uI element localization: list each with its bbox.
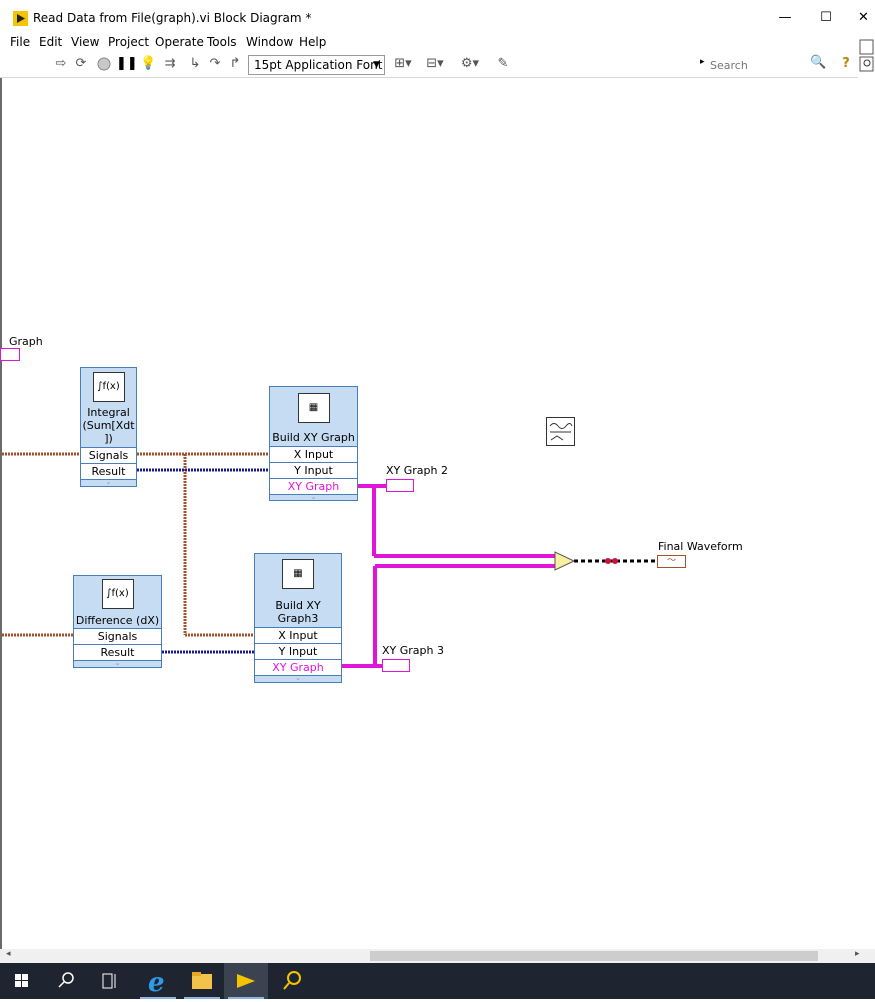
build-xy3-output-terminal[interactable]: XY Graph <box>255 659 341 675</box>
scrollbar-thumb[interactable] <box>370 951 818 961</box>
xy-graph-3-label: XY Graph 3 <box>382 644 444 657</box>
title-bar: Read Data from File(graph).vi Block Diag… <box>0 0 875 34</box>
search-icon[interactable] <box>44 963 88 999</box>
waveform-icon <box>549 423 573 441</box>
menu-operate[interactable]: Operate <box>155 35 204 49</box>
xy-graph-2-indicator[interactable] <box>386 479 414 492</box>
scroll-right-icon[interactable]: ▸ <box>855 949 860 959</box>
ie-icon[interactable]: e <box>136 963 180 999</box>
panel-icons[interactable] <box>859 39 874 73</box>
font-selector-value: 15pt Application Font <box>254 58 383 72</box>
build-xy-graph3-node[interactable]: ▦ Build XY Graph3 X Input Y Input XY Gra… <box>254 553 342 683</box>
derivative-icon: ∫f(x) <box>101 579 134 609</box>
xy-graph-icon: ▦ <box>282 559 314 589</box>
build-xy3-y-input-terminal[interactable]: Y Input <box>255 643 341 659</box>
build-xy-graph3-title-line2: Graph3 <box>277 612 319 625</box>
labview-icon[interactable] <box>224 963 268 999</box>
help-icon[interactable]: ? <box>838 56 854 72</box>
integral-title-line1: Integral <box>87 406 130 419</box>
menu-window[interactable]: Window <box>246 35 293 49</box>
graph-indicator[interactable] <box>0 348 20 361</box>
search-box: ▸ 🔍 <box>700 55 830 75</box>
minimize-button[interactable]: — <box>770 6 800 30</box>
pause-icon[interactable]: ❚❚ <box>116 56 138 72</box>
difference-result-terminal[interactable]: Result <box>74 644 161 660</box>
window-title: Read Data from File(graph).vi Block Diag… <box>33 11 312 25</box>
integral-node[interactable]: ∫f(x) Integral (Sum[Xdt ]) Signals Resul… <box>80 367 137 487</box>
highlight-execution-icon[interactable]: 💡 <box>140 56 156 72</box>
build-xy-graph3-title-line1: Build XY <box>275 599 321 612</box>
wire-orange-vertical[interactable] <box>183 454 256 637</box>
step-into-icon[interactable]: ↳ <box>187 56 203 72</box>
toolbar: ⇨ ⟳ ❚❚ 💡 ⇉ ↳ ↷ ↱ 15pt Application Font ▼… <box>0 52 858 78</box>
search-app-icon[interactable] <box>270 963 314 999</box>
expand-handle-icon[interactable]: ⌄ <box>255 675 341 682</box>
integral-title-line3: ]) <box>104 432 113 445</box>
chevron-down-icon: ▼ <box>373 60 380 70</box>
wire-pink-xy-graph-2[interactable] <box>358 484 557 558</box>
difference-node[interactable]: ∫f(x) Difference (dX) Signals Result ⌄ <box>73 575 162 668</box>
search-icon[interactable]: 🔍 <box>810 55 826 70</box>
run-continuously-icon[interactable]: ⟳ <box>73 56 89 72</box>
final-waveform-indicator[interactable]: 〜 <box>657 555 686 568</box>
file-explorer-icon[interactable] <box>180 963 224 999</box>
start-icon[interactable] <box>0 963 44 999</box>
menu-help[interactable]: Help <box>299 35 326 49</box>
difference-title: Difference (dX) <box>75 614 160 627</box>
integral-title-line2: (Sum[Xdt <box>82 419 135 432</box>
distribute-objects-icon[interactable]: ⊟▾ <box>424 56 446 72</box>
menu-edit[interactable]: Edit <box>39 35 62 49</box>
close-button[interactable]: ✕ <box>852 6 875 30</box>
chevron-right-icon: ▸ <box>700 57 705 67</box>
difference-signals-terminal[interactable]: Signals <box>74 628 161 644</box>
build-xy3-x-input-terminal[interactable]: X Input <box>255 627 341 643</box>
build-xy-graph-node[interactable]: ▦ Build XY Graph X Input Y Input XY Grap… <box>269 386 358 501</box>
build-xy-output-terminal[interactable]: XY Graph <box>270 478 357 494</box>
reorder-icon[interactable]: ⚙▾ <box>459 56 481 72</box>
expand-handle-icon[interactable]: ⌄ <box>74 660 161 667</box>
task-view-icon[interactable] <box>88 963 132 999</box>
merge-signals-node[interactable] <box>554 551 576 571</box>
taskbar: e <box>0 963 875 999</box>
step-over-icon[interactable]: ↷ <box>207 56 223 72</box>
abort-icon[interactable] <box>96 56 112 72</box>
xy-graph-3-indicator[interactable] <box>382 659 410 672</box>
block-diagram-canvas[interactable]: Graph ∫f(x) Integral (Sum[Xdt ]) Signals… <box>0 78 875 949</box>
retain-wire-values-icon[interactable]: ⇉ <box>162 56 178 72</box>
integral-result-terminal[interactable]: Result <box>81 463 136 479</box>
integral-signals-terminal[interactable]: Signals <box>81 447 136 463</box>
step-out-icon[interactable]: ↱ <box>227 56 243 72</box>
xy-graph-icon: ▦ <box>297 393 330 423</box>
align-objects-icon[interactable]: ⊞▾ <box>392 56 414 72</box>
wires-layer <box>2 452 657 668</box>
search-input[interactable] <box>710 57 810 73</box>
run-arrow-icon[interactable]: ⇨ <box>53 56 69 72</box>
labview-logo-icon <box>13 11 28 26</box>
expand-handle-icon[interactable]: ⌄ <box>81 479 136 486</box>
final-waveform-label: Final Waveform <box>658 540 743 553</box>
wire-black-waveform[interactable] <box>574 558 657 564</box>
menu-file[interactable]: File <box>10 35 30 49</box>
wire-pink-xy-graph-3[interactable] <box>342 564 557 668</box>
menu-bar: File Edit View Project Operate Tools Win… <box>0 34 858 52</box>
maximize-button[interactable]: ☐ <box>811 6 841 30</box>
font-selector[interactable]: 15pt Application Font ▼ <box>248 55 385 75</box>
context-help-strip <box>858 34 875 78</box>
horizontal-scrollbar[interactable]: ◂ ▸ <box>0 949 875 963</box>
expand-handle-icon[interactable]: ⌄ <box>270 494 357 501</box>
build-xy-graph-title: Build XY Graph <box>272 431 355 444</box>
svg-text:e: e <box>148 968 165 998</box>
build-xy-x-input-terminal[interactable]: X Input <box>270 446 357 462</box>
menu-project[interactable]: Project <box>108 35 149 49</box>
menu-view[interactable]: View <box>71 35 99 49</box>
clean-up-diagram-icon[interactable]: ✎ <box>493 56 513 72</box>
waveform-chart-express-icon[interactable] <box>546 417 575 446</box>
graph-label: Graph <box>9 335 43 348</box>
integral-icon: ∫f(x) <box>92 372 125 402</box>
build-xy-y-input-terminal[interactable]: Y Input <box>270 462 357 478</box>
scroll-left-icon[interactable]: ◂ <box>6 949 11 959</box>
xy-graph-2-label: XY Graph 2 <box>386 464 448 477</box>
menu-tools[interactable]: Tools <box>207 35 237 49</box>
